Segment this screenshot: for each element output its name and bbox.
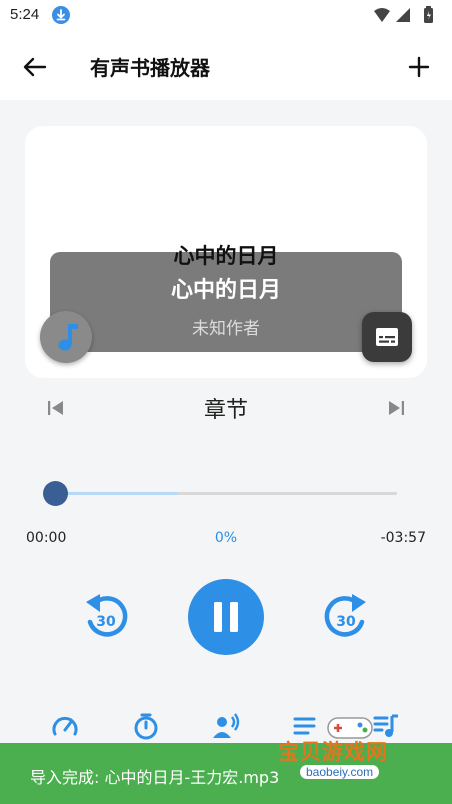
seek-thumb[interactable] (43, 481, 68, 506)
battery-icon (424, 6, 433, 23)
status-icons (372, 6, 442, 24)
download-icon (52, 6, 70, 24)
pause-icon (214, 602, 238, 632)
app-bar: 有声书播放器 (0, 32, 452, 100)
status-time: 5:24 (10, 6, 40, 23)
music-note-button[interactable] (40, 311, 92, 363)
music-note-icon (58, 324, 78, 351)
book-title: 心中的日月 (170, 278, 281, 303)
subtitles-icon (376, 328, 398, 346)
page-title: 有声书播放器 (90, 56, 210, 80)
book-author: 未知作者 (192, 319, 260, 339)
rewind-30-button[interactable]: 30 (78, 588, 134, 644)
rewind-seconds: 30 (96, 614, 116, 630)
speed-icon[interactable] (51, 712, 79, 740)
voice-icon[interactable] (212, 712, 240, 740)
wifi-icon (374, 8, 390, 22)
replay-30-icon: 30 (86, 594, 128, 637)
status-bar: 5:24 (0, 0, 452, 32)
signal-icon (396, 8, 410, 22)
next-chapter-button[interactable] (384, 396, 408, 420)
add-button[interactable] (404, 52, 434, 82)
arrow-left-icon (23, 57, 47, 77)
plus-icon (408, 56, 430, 78)
watermark-logo: 宝贝游戏网 baobeiy.com (272, 710, 452, 790)
book-title-header: 心中的日月 (173, 244, 279, 268)
seek-buffer (55, 492, 179, 495)
watermark-text: 宝贝游戏网 (278, 740, 388, 764)
seek-bar[interactable] (43, 481, 397, 506)
chapter-navigation: 章节 (0, 388, 452, 428)
forward-30-button[interactable]: 30 (318, 588, 374, 644)
forward-seconds: 30 (336, 614, 356, 630)
timer-icon[interactable] (132, 712, 160, 740)
watermark-url: baobeiy.com (300, 765, 380, 779)
snackbar-message: 导入完成: 心中的日月-王力宏.mp3 (30, 768, 280, 787)
forward-30-icon: 30 (324, 594, 366, 637)
subtitles-button[interactable] (362, 312, 412, 362)
back-button[interactable] (20, 52, 50, 82)
skip-next-icon (389, 401, 404, 415)
pause-button[interactable] (188, 579, 264, 655)
remaining-time: -03:57 (380, 530, 426, 546)
